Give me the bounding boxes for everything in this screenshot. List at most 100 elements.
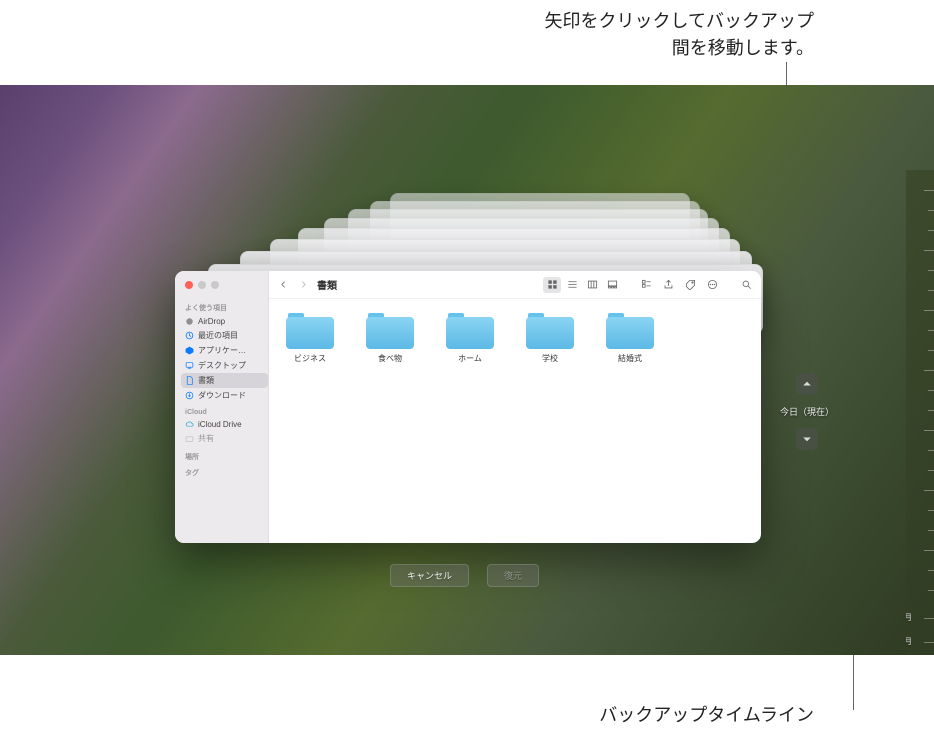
sidebar-item-recents[interactable]: 最近の項目 (181, 328, 268, 343)
sidebar-item-shared[interactable]: 共有 (181, 431, 268, 446)
tag-button[interactable] (681, 277, 699, 293)
timeline-tick (924, 430, 934, 431)
timeline-tick (924, 250, 934, 251)
sidebar-item-desktop[interactable]: デスクトップ (181, 358, 268, 373)
timeline-tick (928, 470, 934, 471)
callout-line-2: 間を移動します。 (545, 35, 814, 62)
timeline-tick (928, 270, 934, 271)
sidebar-item-label: iCloud Drive (198, 420, 242, 429)
folder-item[interactable]: ビジネス (279, 311, 341, 364)
chevron-up-icon (801, 378, 813, 390)
folder-item[interactable]: 結婚式 (599, 311, 661, 364)
clock-icon (185, 331, 194, 340)
backup-timeline-ruler[interactable]: 2022年6月 2023年5月 昨日 現在 (906, 170, 934, 655)
sidebar-section-favorites: よく使う項目 (185, 303, 268, 313)
chevron-down-icon (801, 433, 813, 445)
timeline-label: 2023年5月 (906, 636, 912, 647)
folder-icon (286, 311, 334, 349)
sidebar-item-label: 書類 (198, 375, 214, 386)
sidebar-item-documents[interactable]: 書類 (181, 373, 268, 388)
cancel-button[interactable]: キャンセル (390, 564, 469, 587)
cloud-icon (185, 420, 194, 429)
timeline-tick (928, 590, 934, 591)
timeline-label: 2022年6月 (906, 612, 912, 623)
window-title: 書類 (317, 277, 337, 292)
callout-timeline: バックアップタイムライン (599, 701, 814, 727)
folder-label: 食べ物 (378, 353, 402, 364)
restore-button: 復元 (487, 564, 539, 587)
folder-content[interactable]: ビジネス 食べ物 ホーム 学校 結婚式 (269, 299, 761, 543)
action-button[interactable] (703, 277, 721, 293)
sidebar-item-label: ダウンロード (198, 390, 246, 401)
share-button[interactable] (659, 277, 677, 293)
timeline-tick (924, 642, 934, 643)
folder-label: ビジネス (294, 353, 326, 364)
minimize-button (198, 281, 206, 289)
sidebar-section-locations: 場所 (185, 452, 268, 462)
folder-item[interactable]: 学校 (519, 311, 581, 364)
sidebar-item-icloud-drive[interactable]: iCloud Drive (181, 418, 268, 431)
action-buttons: キャンセル 復元 (390, 564, 539, 587)
sidebar-item-label: アプリケー… (198, 345, 246, 356)
timeline-tick (924, 490, 934, 491)
finder-sidebar: よく使う項目 AirDrop 最近の項目 アプリケー… デスクトップ 書類 (175, 271, 269, 543)
search-button[interactable] (737, 277, 755, 293)
timeline-down-button[interactable] (796, 428, 818, 450)
desktop-icon (185, 361, 194, 370)
close-button[interactable] (185, 281, 193, 289)
timeline-tick (924, 618, 934, 619)
timeline-up-button[interactable] (796, 373, 818, 395)
timeline-tick (924, 370, 934, 371)
folder-item[interactable]: 食べ物 (359, 311, 421, 364)
timeline-nav-arrows: 今日（現在） (780, 373, 834, 450)
list-view-button[interactable] (563, 277, 581, 293)
sidebar-item-downloads[interactable]: ダウンロード (181, 388, 268, 403)
timeline-tick (928, 210, 934, 211)
applications-icon (185, 346, 194, 355)
folder-item[interactable]: ホーム (439, 311, 501, 364)
timeline-tick (924, 190, 934, 191)
sidebar-section-tags: タグ (185, 468, 268, 478)
timeline-tick (928, 510, 934, 511)
sidebar-item-label: 共有 (198, 433, 214, 444)
timeline-current-label: 今日（現在） (780, 405, 834, 418)
folder-icon (606, 311, 654, 349)
view-mode-group (543, 277, 621, 293)
column-view-button[interactable] (583, 277, 601, 293)
sidebar-item-label: 最近の項目 (198, 330, 238, 341)
zoom-button (211, 281, 219, 289)
timeline-tick (924, 550, 934, 551)
sidebar-item-label: デスクトップ (198, 360, 246, 371)
timeline-tick (928, 570, 934, 571)
finder-main: 書類 ビジネス (269, 271, 761, 543)
timeline-tick (924, 310, 934, 311)
timeline-tick (928, 290, 934, 291)
back-button[interactable] (275, 277, 291, 293)
timeline-tick (928, 450, 934, 451)
forward-button[interactable] (295, 277, 311, 293)
folder-icon (526, 311, 574, 349)
sidebar-item-airdrop[interactable]: AirDrop (181, 315, 268, 328)
group-by-button[interactable] (637, 277, 655, 293)
finder-toolbar: 書類 (269, 271, 761, 299)
timeline-tick (928, 530, 934, 531)
sidebar-item-label: AirDrop (198, 317, 225, 326)
timeline-tick (928, 330, 934, 331)
airdrop-icon (185, 317, 194, 326)
folder-label: 結婚式 (618, 353, 642, 364)
downloads-icon (185, 391, 194, 400)
timeline-tick (928, 230, 934, 231)
folder-label: 学校 (542, 353, 558, 364)
timeline-tick (928, 410, 934, 411)
timeline-tick (928, 390, 934, 391)
sidebar-item-applications[interactable]: アプリケー… (181, 343, 268, 358)
folder-icon (366, 311, 414, 349)
callout-line-1: 矢印をクリックしてバックアップ (545, 8, 814, 35)
icon-view-button[interactable] (543, 277, 561, 293)
sidebar-section-icloud: iCloud (185, 409, 268, 416)
desktop-background: よく使う項目 AirDrop 最近の項目 アプリケー… デスクトップ 書類 (0, 85, 934, 655)
timeline-tick (928, 350, 934, 351)
shared-folder-icon (185, 434, 194, 443)
gallery-view-button[interactable] (603, 277, 621, 293)
folder-label: ホーム (458, 353, 482, 364)
